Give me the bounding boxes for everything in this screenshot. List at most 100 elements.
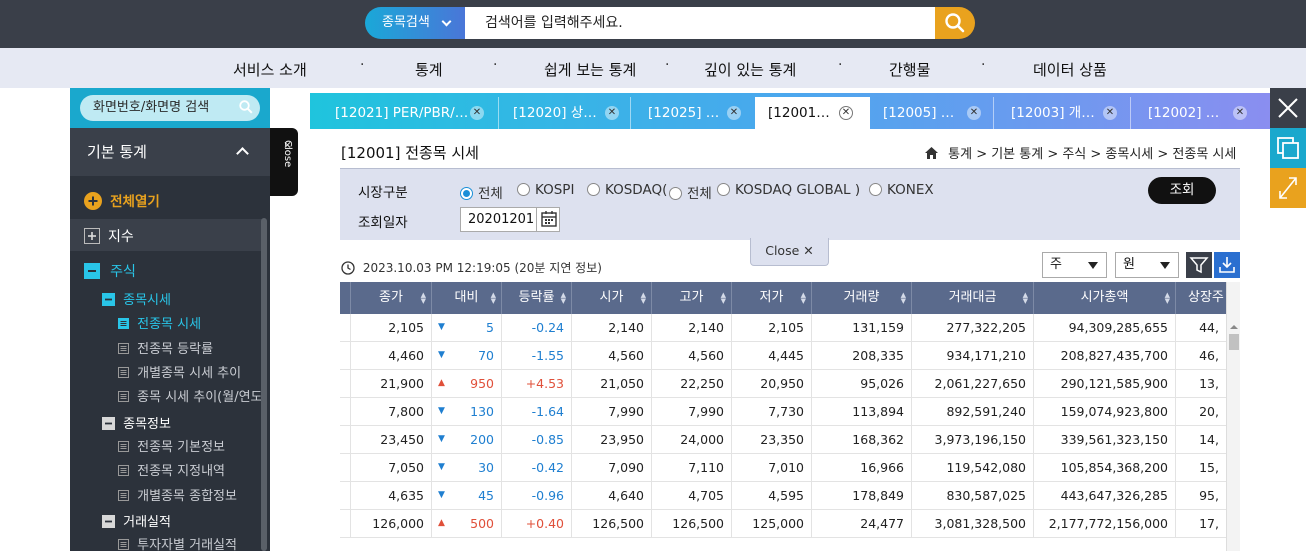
sidebar-item-price[interactable]: 종목시세: [102, 289, 171, 308]
chevron-down-icon: [441, 16, 452, 27]
cell-close: 126,000: [351, 510, 432, 537]
close-icon[interactable]: ✕: [470, 106, 484, 120]
tab-12002[interactable]: [12002] … ✕: [1130, 97, 1270, 129]
scroll-up-icon[interactable]: [1227, 320, 1240, 334]
sidebar-scrollbar[interactable]: [261, 218, 267, 551]
radio-icon: [517, 183, 530, 196]
table-row[interactable]: 7,050 ▼ 30 -0.42 7,090 7,110 7,010 16,966 119,54…: [340, 454, 1226, 482]
minus-box-icon: [102, 293, 115, 306]
column-header-rate[interactable]: 등락률 ▲ ▼: [502, 282, 572, 314]
close-icon[interactable]: ✕: [605, 106, 619, 120]
filter-close-button[interactable]: Close ✕: [750, 238, 829, 266]
cell-volume: 178,849: [812, 482, 912, 509]
tab-12020[interactable]: [12020] 상… ✕: [490, 97, 630, 129]
close-icon[interactable]: ✕: [1233, 106, 1247, 120]
market-radio-kospi[interactable]: KOSPI: [517, 182, 574, 198]
tab-12005[interactable]: [12005] … ✕: [870, 97, 993, 129]
sidebar-item-trend[interactable]: 개별종목 시세 추이: [118, 362, 241, 381]
column-header-volume[interactable]: 거래량 ▲ ▼: [812, 282, 912, 314]
nav-item-data-products[interactable]: 데이터 상품: [1033, 59, 1107, 80]
sidebar-item-info[interactable]: 종목정보: [102, 413, 171, 432]
column-header-value[interactable]: 거래대금 ▲ ▼: [912, 282, 1034, 314]
row-spacer: [340, 370, 351, 397]
table-row[interactable]: 7,800 ▼ 130 -1.64 7,990 7,990 7,730 113,894 892,…: [340, 398, 1226, 426]
expand-button[interactable]: [1270, 168, 1306, 208]
home-icon[interactable]: [925, 147, 938, 159]
nav-item-publications[interactable]: 간행물: [889, 59, 930, 80]
column-header-label: 시가: [599, 290, 624, 305]
search-button[interactable]: [935, 7, 975, 39]
search-submit-button[interactable]: 조회: [1148, 177, 1216, 204]
open-all-button[interactable]: 전체열기: [84, 190, 160, 210]
table-row[interactable]: 4,635 ▼ 45 -0.96 4,640 4,705 4,595 178,849 830,5…: [340, 482, 1226, 510]
search-type-select[interactable]: 종목검색: [365, 7, 465, 39]
column-header-mcap[interactable]: 시가총액 ▲ ▼: [1034, 282, 1176, 314]
scrollbar-thumb[interactable]: [1229, 334, 1239, 350]
table-header: 종가 ▲ ▼ 대비 ▲ ▼ 등락률 ▲ ▼ 시가 ▲ ▼ 고가 ▲ ▼ 저가 ▲ ▼ 거래량 ▲ ▼ 거래대…: [340, 282, 1226, 314]
market-radio-kosdaq-all[interactable]: 전체: [669, 182, 712, 202]
market-radio-kosdaq[interactable]: KOSDAQ(: [587, 182, 667, 198]
sidebar-item-trading[interactable]: 거래실적: [102, 511, 171, 530]
sidebar-item-designation[interactable]: 전종목 지정내역: [118, 460, 225, 479]
calendar-button[interactable]: [536, 208, 560, 231]
tab-12025[interactable]: [12025] … ✕: [630, 97, 755, 129]
close-icon[interactable]: ✕: [839, 106, 853, 120]
sort-icon: ▲ ▼: [640, 291, 646, 305]
row-spacer: [340, 314, 351, 341]
menu-search-input[interactable]: 화면번호/화면명 검색: [80, 95, 260, 121]
tab-12021[interactable]: [12021] PER/PBR/… ✕: [310, 97, 498, 129]
sidebar-item-summary[interactable]: 개별종목 종합정보: [118, 485, 237, 504]
column-header-open[interactable]: 시가 ▲ ▼: [572, 282, 652, 314]
volume-unit-select[interactable]: 주: [1042, 252, 1107, 278]
table-row[interactable]: 2,105 ▼ 5 -0.24 2,140 2,140 2,105 131,159 277,32…: [340, 314, 1226, 342]
column-header-shares[interactable]: 상장주: [1176, 282, 1226, 314]
radio-label: KOSDAQ GLOBAL ): [735, 182, 861, 198]
column-header-high[interactable]: 고가 ▲ ▼: [652, 282, 732, 314]
tab-12001[interactable]: [12001… ✕: [755, 97, 870, 129]
value-unit-select[interactable]: 원: [1115, 252, 1179, 278]
nav-item-stats[interactable]: 통계: [415, 59, 443, 80]
table-row[interactable]: 23,450 ▼ 200 -0.85 23,950 24,000 23,350 168,362…: [340, 426, 1226, 454]
close-all-button[interactable]: [1270, 88, 1306, 128]
table-row[interactable]: 4,460 ▼ 70 -1.55 4,560 4,560 4,445 208,335 934,1…: [340, 342, 1226, 370]
search-icon[interactable]: [239, 100, 253, 114]
market-radio-kosdaq-global[interactable]: KOSDAQ GLOBAL ): [717, 182, 860, 198]
sidebar-section-header[interactable]: 기본 통계: [70, 128, 270, 176]
nav-item-easy-stats[interactable]: 쉽게 보는 통계: [544, 59, 636, 80]
copy-window-button[interactable]: [1270, 128, 1306, 168]
close-icon[interactable]: ✕: [727, 106, 741, 120]
sidebar-item-all-rate[interactable]: 전종목 등락률: [118, 338, 213, 357]
close-icon[interactable]: ✕: [1103, 106, 1117, 120]
download-button[interactable]: [1214, 252, 1240, 278]
table-row[interactable]: 21,900 ▲ 950 +4.53 21,050 22,250 20,950 95,026 2…: [340, 370, 1226, 398]
column-header-close[interactable]: 종가 ▲ ▼: [351, 282, 432, 314]
close-icon[interactable]: ✕: [967, 106, 981, 120]
sidebar-item-basic-info[interactable]: 전종목 기본정보: [118, 436, 225, 455]
nav-item-service[interactable]: 서비스 소개: [233, 59, 307, 80]
cell-mcap: 94,309,285,655: [1034, 314, 1176, 341]
date-input[interactable]: 20201201: [460, 207, 560, 232]
cell-high: 22,250: [652, 370, 732, 397]
tab-12003[interactable]: [12003] 개… ✕: [993, 97, 1130, 129]
filter-button[interactable]: [1186, 252, 1212, 278]
sort-icon: ▲ ▼: [900, 291, 906, 305]
cell-value: 3,973,196,150: [912, 426, 1034, 453]
cell-shares: 13,: [1199, 376, 1219, 391]
sidebar-item-all-price[interactable]: 전종목 시세: [118, 313, 201, 332]
market-radio-konex[interactable]: KONEX: [869, 182, 934, 198]
market-radio-all[interactable]: 전체: [460, 182, 503, 202]
cell-rate: +4.53: [502, 370, 572, 397]
table-row[interactable]: 126,000 ▲ 500 +0.40 126,500 126,500 125,000 24,…: [340, 510, 1226, 538]
column-header-low[interactable]: 저가 ▲ ▼: [732, 282, 812, 314]
sidebar-item-trend-monthly[interactable]: 종목 시세 추이(월/연도): [118, 386, 268, 405]
cell-high: 7,110: [652, 454, 732, 481]
sidebar-close-button[interactable]: Close ×: [270, 128, 298, 196]
cell-mcap: 443,647,326,285: [1034, 482, 1176, 509]
search-input[interactable]: [465, 7, 935, 39]
column-header-diff[interactable]: 대비 ▲ ▼: [432, 282, 502, 314]
sidebar-item-investor[interactable]: 투자자별 거래실적: [118, 534, 237, 553]
sidebar-item-stock[interactable]: 주식: [84, 261, 136, 281]
nav-item-deep-stats[interactable]: 깊이 있는 통계: [704, 59, 796, 80]
sidebar-item-index[interactable]: 지수: [70, 219, 262, 251]
table-scrollbar[interactable]: [1226, 282, 1240, 551]
